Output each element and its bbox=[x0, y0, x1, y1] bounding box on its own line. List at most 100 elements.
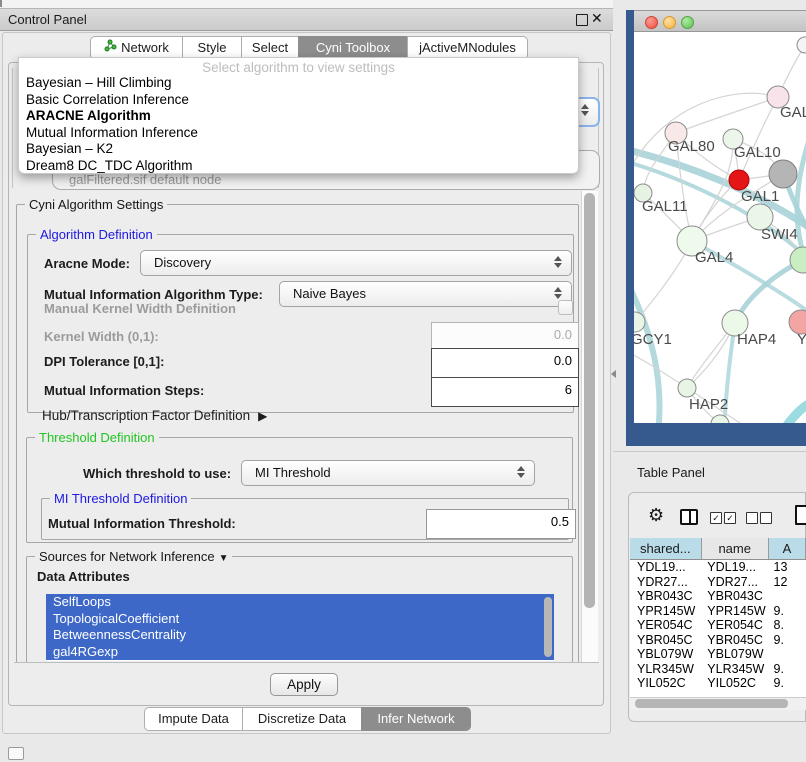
control-panel-titlebar: Control Panel ✕ bbox=[0, 8, 613, 31]
attribute-list-scrollbar[interactable] bbox=[544, 597, 552, 657]
node-table[interactable]: shared...nameA YDL19...YDL19...13YDR27..… bbox=[630, 538, 806, 698]
network-node-gal10[interactable] bbox=[769, 160, 797, 188]
node-label-gal11: GAL11 bbox=[642, 198, 688, 215]
float-window-icon[interactable] bbox=[576, 14, 588, 26]
algorithm-option[interactable]: Dream8 DC_TDC Algorithm bbox=[19, 158, 578, 175]
mi-steps-field[interactable]: 6 bbox=[431, 377, 579, 407]
table-cell bbox=[767, 589, 806, 604]
algorithm-dropdown-placeholder: Select algorithm to view settings bbox=[19, 60, 578, 75]
algorithm-dropdown[interactable]: Select algorithm to view settings Bayesi… bbox=[18, 57, 579, 174]
mi-algorithm-type-value: Naive Bayes bbox=[293, 286, 366, 301]
node-label-gcy1: GCY1 bbox=[634, 331, 672, 348]
table-row[interactable]: YLR345WYLR345W9. bbox=[630, 662, 806, 677]
threshold-definition-group: Threshold Definition Which threshold to … bbox=[26, 437, 573, 543]
attribute-item[interactable]: TopologicalCoefficient bbox=[46, 611, 554, 628]
which-threshold-select[interactable]: MI Threshold bbox=[241, 460, 535, 486]
dpi-tolerance-field[interactable]: 0.0 bbox=[431, 348, 579, 378]
table-cell bbox=[767, 647, 806, 662]
select-all-checkbox-icon[interactable]: ✓ bbox=[710, 512, 722, 524]
close-icon[interactable]: ✕ bbox=[591, 10, 603, 27]
data-attributes-label: Data Attributes bbox=[37, 569, 130, 584]
minimize-traffic-light-icon[interactable] bbox=[663, 16, 676, 29]
apply-button[interactable]: Apply bbox=[270, 673, 338, 696]
table-row[interactable]: YDL19...YDL19...13 bbox=[630, 560, 806, 575]
deselect-all-checkbox-icon[interactable] bbox=[760, 512, 772, 524]
network-node-hap2[interactable] bbox=[678, 379, 696, 397]
hub-definition-expander[interactable]: Hub/Transcription Factor Definition▶ bbox=[42, 408, 267, 423]
top-strip bbox=[0, 0, 613, 8]
collapse-arrow-icon: ▼ bbox=[219, 553, 229, 564]
attribute-item[interactable]: SelfLoops bbox=[46, 594, 554, 611]
stepper-icon bbox=[554, 287, 563, 299]
mi-threshold-field[interactable]: 0.5 bbox=[426, 509, 576, 539]
data-attributes-list[interactable]: SelfLoopsTopologicalCoefficientBetweenne… bbox=[46, 594, 554, 661]
attr-items: SelfLoopsTopologicalCoefficientBetweenne… bbox=[46, 594, 554, 660]
table-cell: YBR045C bbox=[700, 633, 766, 648]
aracne-mode-label: Aracne Mode: bbox=[44, 256, 130, 271]
control-panel-title: Control Panel bbox=[8, 12, 87, 27]
network-node-swi4[interactable] bbox=[790, 247, 806, 273]
tab-label: Style bbox=[198, 37, 227, 59]
split-columns-icon[interactable] bbox=[680, 509, 698, 525]
table-cell: YBL079W bbox=[630, 647, 700, 662]
tab-label: Infer Network bbox=[377, 708, 454, 730]
node-label-hap4: HAP4 bbox=[737, 331, 776, 348]
dpi-tolerance-label: DPI Tolerance [0,1]: bbox=[44, 354, 164, 369]
column-header-name[interactable]: name bbox=[702, 538, 769, 559]
network-window-titlebar[interactable] bbox=[634, 10, 806, 32]
stepper-icon bbox=[517, 466, 526, 478]
table-hscrollbar-thumb[interactable] bbox=[635, 699, 788, 708]
table-row[interactable]: YBR045CYBR045C9. bbox=[630, 633, 806, 648]
aracne-mode-select[interactable]: Discovery bbox=[140, 250, 572, 276]
table-row[interactable]: YER054CYER054C8. bbox=[630, 618, 806, 633]
panel-splitter-handle[interactable] bbox=[611, 370, 616, 378]
tab-infer-network[interactable]: Infer Network bbox=[361, 707, 471, 731]
table-header-row: shared...nameA bbox=[630, 538, 806, 560]
settings-scrollbar-thumb[interactable] bbox=[584, 193, 595, 608]
settings-bottom-divider bbox=[14, 662, 599, 663]
algorithm-option[interactable]: Mutual Information Inference bbox=[19, 125, 578, 142]
cyni-settings-group-title: Cyni Algorithm Settings bbox=[25, 197, 167, 212]
algorithm-option[interactable]: ARACNE Algorithm bbox=[19, 108, 578, 125]
manual-kernel-width-checkbox[interactable] bbox=[558, 300, 573, 315]
minimized-panel-icon[interactable] bbox=[8, 747, 24, 760]
algorithm-option[interactable]: Bayesian – Hill Climbing bbox=[19, 75, 578, 92]
mi-steps-label: Mutual Information Steps: bbox=[44, 383, 204, 398]
gear-icon[interactable]: ⚙ bbox=[648, 505, 664, 526]
table-cell: YLR345W bbox=[630, 662, 700, 677]
zoom-traffic-light-icon[interactable] bbox=[681, 16, 694, 29]
export-table-icon[interactable] bbox=[795, 505, 806, 525]
deselect-all-checkbox-icon[interactable] bbox=[746, 512, 758, 524]
attribute-item[interactable]: BetweennessCentrality bbox=[46, 627, 554, 644]
which-threshold-label: Which threshold to use: bbox=[83, 466, 231, 481]
table-panel-title: Table Panel bbox=[637, 465, 705, 480]
network-canvas[interactable]: GALGAL80GAL10GAL11GAL1GAL4SWI4GCY1HAP4YH… bbox=[634, 32, 806, 423]
table-row[interactable]: YBR043CYBR043C bbox=[630, 589, 806, 604]
tab-label: Network bbox=[121, 37, 169, 59]
tab-discretize-data[interactable]: Discretize Data bbox=[242, 707, 362, 731]
algorithm-option[interactable]: Bayesian – K2 bbox=[19, 141, 578, 158]
mi-algorithm-type-select[interactable]: Naive Bayes bbox=[279, 281, 572, 307]
table-cell: YBR043C bbox=[700, 589, 766, 604]
table-row[interactable]: YIL052CYIL052C9. bbox=[630, 676, 806, 688]
close-traffic-light-icon[interactable] bbox=[645, 16, 658, 29]
select-all-checkbox-icon[interactable]: ✓ bbox=[724, 512, 736, 524]
table-cell: YIL052C bbox=[630, 676, 700, 688]
kernel-width-field[interactable]: 0.0 bbox=[431, 322, 579, 351]
network-node[interactable] bbox=[797, 37, 806, 53]
stepper-icon bbox=[554, 256, 563, 268]
sources-group-title[interactable]: Sources for Network Inference▼ bbox=[35, 549, 232, 564]
table-row[interactable]: YPR145WYPR145W9. bbox=[630, 604, 806, 619]
algorithm-definition-title: Algorithm Definition bbox=[36, 227, 157, 242]
network-node[interactable] bbox=[729, 170, 749, 190]
table-row[interactable]: YBL079WYBL079W bbox=[630, 647, 806, 662]
attribute-item[interactable]: gal4RGexp bbox=[46, 644, 554, 661]
column-header-a[interactable]: A bbox=[769, 538, 806, 559]
tab-impute-data[interactable]: Impute Data bbox=[144, 707, 243, 731]
table-row[interactable]: YDR27...YDR27...12 bbox=[630, 575, 806, 590]
table-cell: 9. bbox=[767, 662, 806, 677]
column-header-shared-[interactable]: shared... bbox=[630, 538, 702, 559]
algorithm-option[interactable]: Basic Correlation Inference bbox=[19, 92, 578, 109]
table-cell: 9. bbox=[767, 676, 806, 688]
threshold-definition-title: Threshold Definition bbox=[35, 430, 159, 445]
